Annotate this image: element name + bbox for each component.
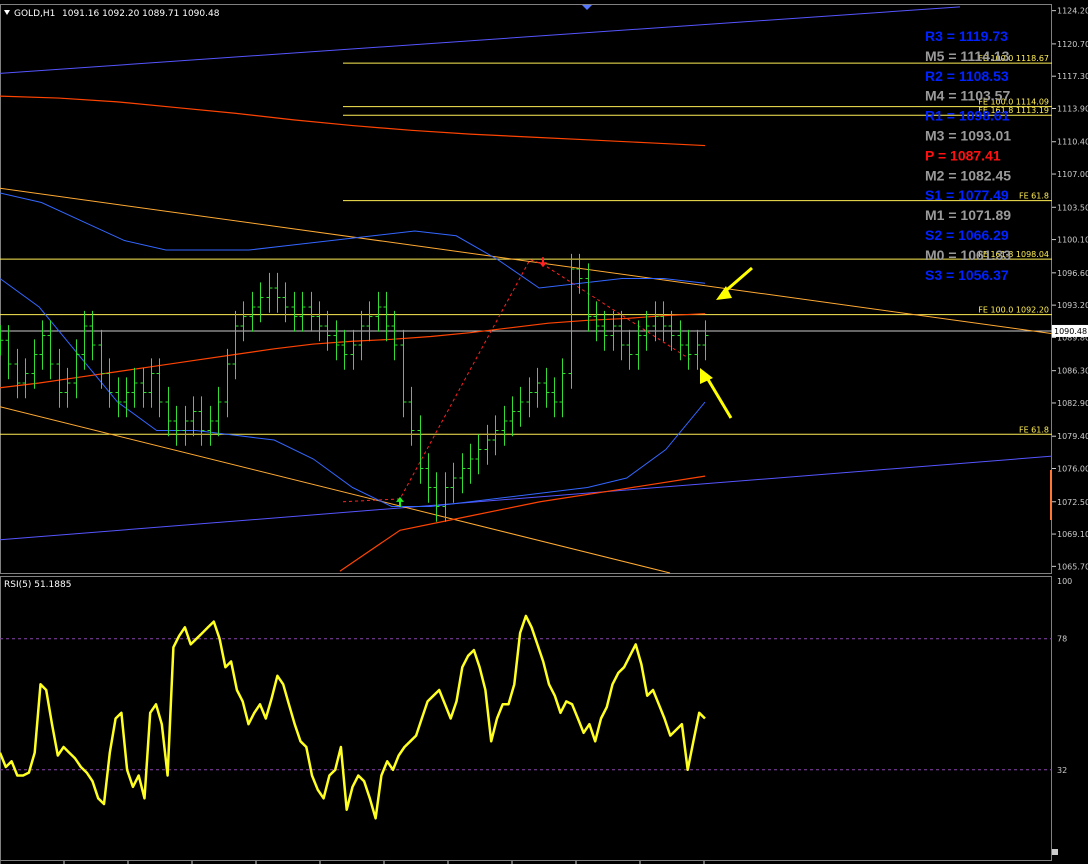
price-axis-label: 1082.90	[1057, 399, 1088, 408]
zigzag-line	[342, 258, 691, 503]
chart-window: GOLD,H1 1091.16 1092.20 1089.71 1090.48 RS…	[0, 0, 1088, 864]
price-axis-label: 1096.60	[1057, 269, 1088, 278]
pivot-level-label: M0 = 1061.33	[925, 247, 1011, 263]
fibo-level-label: FE 61.8	[1019, 192, 1049, 201]
rsi-header-label: RSI(5) 51.1885	[4, 580, 71, 590]
price-axis-label: 1093.20	[1057, 301, 1088, 310]
price-panel-border	[0, 4, 1052, 574]
fibo-level-label: FE 100.0 1092.20	[978, 306, 1049, 315]
pivot-level-label: M4 = 1103.57	[925, 88, 1010, 104]
channel-lower-line	[0, 455, 1053, 541]
moving-average-lower-line	[339, 475, 706, 572]
fibo-level-label: FE 61.8	[1019, 425, 1049, 434]
pivot-level-label: S1 = 1077.49	[925, 187, 1009, 203]
pivot-level-label: R1 = 1098.61	[925, 108, 1010, 124]
price-axis-label: 1100.10	[1057, 236, 1088, 245]
current-price-label: 1090.48	[1054, 327, 1087, 336]
corner-marker-icon	[1052, 849, 1058, 855]
moving-average-long-line	[0, 95, 706, 147]
ohlc-label: 1091.16 1092.20 1089.71 1090.48	[62, 9, 220, 19]
price-axis-label: 1076.00	[1057, 465, 1088, 474]
shift-marker-icon	[582, 5, 592, 10]
pivot-level-label: P = 1087.41	[925, 147, 1001, 163]
pivot-level-label: R3 = 1119.73	[925, 28, 1008, 44]
pivot-level-label: M3 = 1093.01	[925, 128, 1011, 144]
trend-upper-line	[0, 187, 1053, 335]
chart-canvas[interactable]: GOLD,H1 1091.16 1092.20 1089.71 1090.48 RS…	[0, 0, 1088, 864]
price-axis-label: 1113.90	[1057, 104, 1088, 113]
rsi-axis-label: 100	[1057, 577, 1072, 586]
pivot-level-label: S2 = 1066.29	[925, 227, 1009, 243]
price-axis-label: 1086.30	[1057, 367, 1088, 376]
pivot-level-label: M1 = 1071.89	[925, 207, 1011, 223]
dropdown-triangle-icon	[4, 10, 10, 15]
moving-average-short-line	[0, 313, 706, 389]
price-axis-label: 1079.40	[1057, 432, 1088, 441]
pivot-level-label: M2 = 1082.45	[925, 167, 1011, 183]
annotation-arrow-lower	[704, 375, 733, 419]
price-axis-label: 1065.70	[1057, 562, 1088, 571]
pivot-level-label: M5 = 1114.13	[925, 48, 1010, 64]
pivot-level-label: S3 = 1056.37	[925, 267, 1009, 283]
rsi-axis-label: 78	[1057, 635, 1067, 644]
price-axis-label: 1120.70	[1057, 40, 1088, 49]
price-axis-label: 1110.40	[1057, 138, 1088, 147]
price-axis-label: 1069.10	[1057, 530, 1088, 539]
bollinger-upper-line	[0, 192, 706, 289]
price-axis-label: 1124.20	[1057, 7, 1088, 16]
price-axis-label: 1107.00	[1057, 170, 1088, 179]
price-axis-label: 1072.50	[1057, 498, 1088, 507]
price-axis-label: 1103.50	[1057, 203, 1088, 212]
rsi-line	[0, 614, 706, 820]
rsi-axis-label: 32	[1057, 766, 1067, 775]
bollinger-lower-line	[0, 278, 706, 508]
symbol-label: GOLD,H1	[14, 9, 55, 19]
price-axis-label: 1117.30	[1057, 72, 1088, 81]
pivot-level-label: R2 = 1108.53	[925, 68, 1009, 84]
